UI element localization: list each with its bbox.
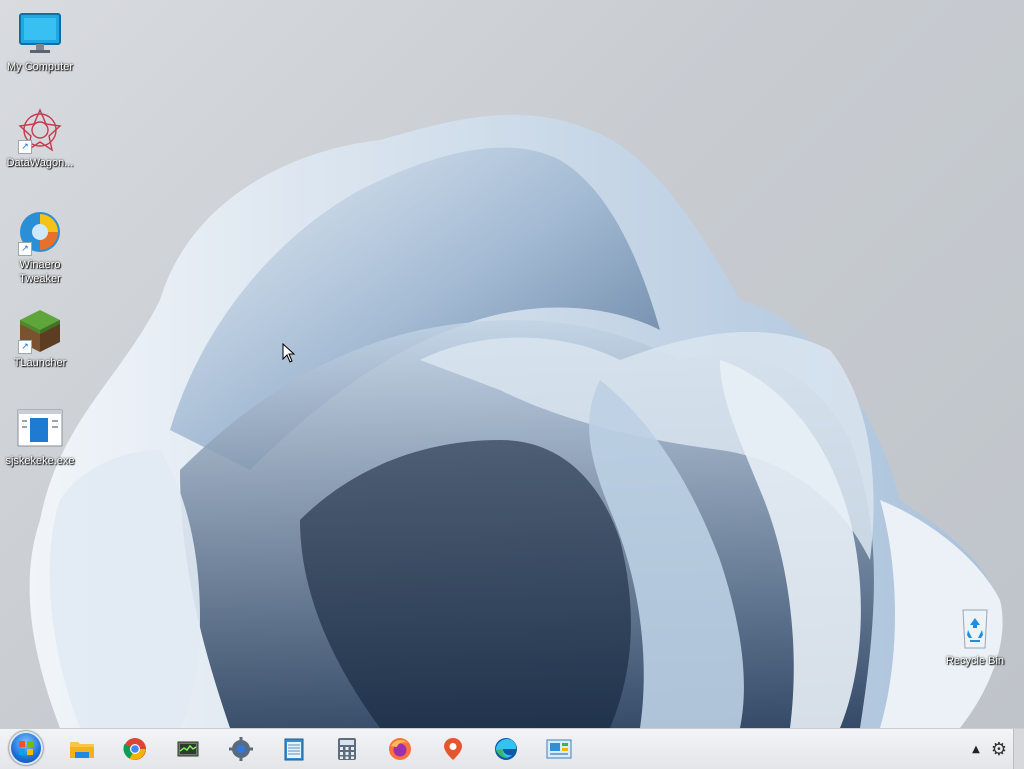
desktop-icon-label: My Computer (6, 61, 74, 73)
taskbar-settings[interactable] (223, 733, 259, 765)
wallpaper-bloom (29, 114, 1003, 728)
desktop-icon-label: TLauncher (13, 357, 67, 369)
desktop-icon-label: DataWagon... (6, 157, 74, 169)
settings-gear-icon (229, 737, 253, 761)
desktop: My Computer ↗ DataWagon... ↗ Winaero Twe… (0, 0, 1024, 728)
taskbar-edge[interactable] (488, 733, 524, 765)
mouse-pointer-icon (282, 342, 296, 367)
shortcut-arrow-icon: ↗ (18, 340, 32, 354)
winaero-icon: ↗ (16, 208, 64, 256)
taskbar-calculator[interactable] (329, 733, 365, 765)
exe-window-icon (16, 404, 64, 452)
grass-block-icon: ↗ (16, 306, 64, 354)
chevron-up-icon[interactable]: ▲ (967, 744, 985, 755)
shortcut-arrow-icon: ↗ (18, 140, 32, 154)
taskbar-chrome[interactable] (117, 733, 153, 765)
taskbar-task-manager[interactable] (170, 733, 206, 765)
edge-icon (495, 738, 517, 760)
taskbar-notepad[interactable] (276, 733, 312, 765)
recycle-bin-icon (951, 604, 999, 652)
datawagon-icon: ↗ (16, 106, 64, 154)
desktop-icon-my-computer[interactable]: My Computer (0, 10, 80, 74)
desktop-icon-sjskekeke-exe[interactable]: sjskekeke.exe (0, 404, 80, 468)
taskbar-file-explorer[interactable] (64, 733, 100, 765)
desktop-icon-recycle-bin[interactable]: Recycle Bin (935, 604, 1015, 668)
folder-icon (70, 742, 94, 758)
start-button[interactable] (8, 731, 44, 765)
desktop-icon-datawagon[interactable]: ↗ DataWagon... (0, 106, 80, 170)
taskbar-control-panel[interactable] (541, 733, 577, 765)
notepad-icon (284, 738, 304, 761)
desktop-icon-tlauncher[interactable]: ↗ TLauncher (0, 306, 80, 370)
gear-icon[interactable]: ⚙ (985, 739, 1013, 760)
task-manager-icon (177, 741, 199, 757)
taskbar-maps[interactable] (435, 733, 471, 765)
desktop-icon-label: Winaero Tweaker (19, 259, 61, 285)
desktop-icon-label: sjskekeke.exe (5, 455, 75, 467)
taskbar: ▲ ⚙ (0, 728, 1024, 769)
desktop-icon-label: Recycle Bin (945, 655, 1005, 667)
calculator-icon (338, 738, 356, 760)
chrome-icon (123, 738, 146, 760)
firefox-icon (389, 738, 411, 760)
taskbar-firefox[interactable] (382, 733, 418, 765)
windows-start-orb-icon (9, 731, 43, 765)
shortcut-arrow-icon: ↗ (18, 242, 32, 256)
desktop-icon-winaero-tweaker[interactable]: ↗ Winaero Tweaker (0, 208, 80, 286)
monitor-icon (16, 10, 64, 58)
system-tray: ▲ ⚙ (967, 729, 1024, 769)
control-panel-icon (546, 739, 572, 759)
map-pin-icon (444, 738, 462, 760)
show-desktop-button[interactable] (1013, 729, 1024, 769)
